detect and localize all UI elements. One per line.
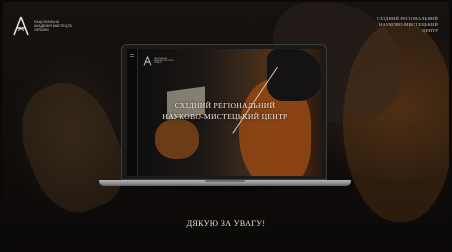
screen-violin-image [155, 119, 199, 159]
academy-logo-text: НАЦІОНАЛЬНА АКАДЕМІЯ МИСТЕЦТВ УКРАЇНИ [34, 20, 72, 33]
academy-logo-icon [13, 16, 29, 36]
thanks-message: ДЯКУЮ ЗА УВАГУ! [186, 219, 266, 228]
laptop-shadow [107, 186, 343, 191]
laptop-mockup: НАЦІОНАЛЬНА АКАДЕМІЯ МИСТЕЦТВ УКРАЇНИ СХ… [99, 44, 351, 192]
screen-title-line: СХІДНИЙ РЕГІОНАЛЬНИЙ [174, 101, 276, 110]
screen-logo[interactable]: НАЦІОНАЛЬНА АКАДЕМІЯ МИСТЕЦТВ УКРАЇНИ [143, 56, 174, 66]
academy-logo-icon [143, 56, 152, 66]
logo-line: УКРАЇНИ [34, 28, 49, 33]
screen-hero-title: СХІДНИЙ РЕГІОНАЛЬНИЙ НАУКОВО-МИСТЕЦЬКИЙ … [149, 100, 301, 122]
screen-sidebar [127, 49, 138, 176]
academy-logo: НАЦІОНАЛЬНА АКАДЕМІЯ МИСТЕЦТВ УКРАЇНИ [12, 16, 72, 36]
laptop-lid: НАЦІОНАЛЬНА АКАДЕМІЯ МИСТЕЦТВ УКРАЇНИ СХ… [121, 44, 327, 180]
center-name-line: ЦЕНТР [422, 28, 438, 33]
background-cello [343, 22, 449, 222]
screen-logo-line: УКРАЇНИ [154, 62, 162, 65]
screen-logo-text: НАЦІОНАЛЬНА АКАДЕМІЯ МИСТЕЦТВ УКРАЇНИ [154, 58, 174, 65]
menu-lines-icon[interactable] [127, 54, 137, 57]
screen-sleeve-image [267, 49, 321, 101]
laptop-screen: НАЦІОНАЛЬНА АКАДЕМІЯ МИСТЕЦТВ УКРАЇНИ СХ… [127, 49, 321, 176]
screen-title-line: НАУКОВО-МИСТЕЦЬКИЙ ЦЕНТР [162, 112, 288, 121]
laptop-notch [205, 180, 245, 182]
center-name: СХІДНИЙ РЕГІОНАЛЬНИЙ НАУКОВО-МИСТЕЦЬКИЙ … [358, 16, 438, 34]
